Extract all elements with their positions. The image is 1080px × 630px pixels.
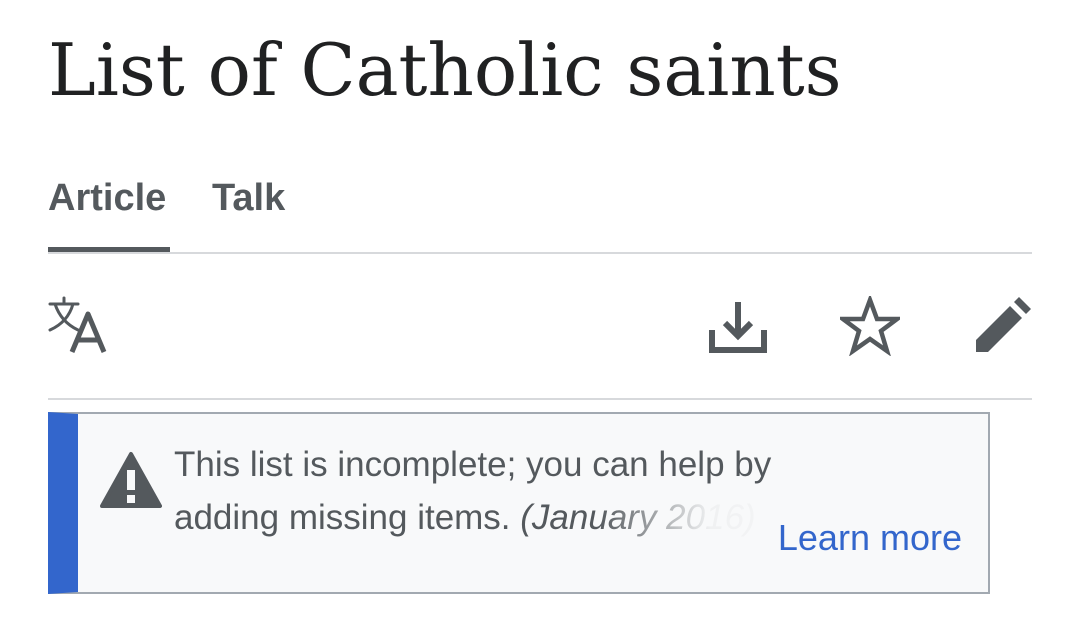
pencil-icon <box>976 297 1031 352</box>
tab-article[interactable]: Article <box>48 170 170 252</box>
page-title: List of Catholic saints <box>48 28 842 112</box>
incomplete-list-notice: This list is incomplete; you can help by… <box>48 412 990 594</box>
learn-more-link[interactable]: Learn more <box>778 514 962 562</box>
watch-star-button[interactable] <box>840 296 900 356</box>
download-icon <box>709 302 767 353</box>
page-actions-toolbar <box>48 252 1032 400</box>
star-icon <box>840 296 900 356</box>
edit-button[interactable] <box>972 296 1032 356</box>
download-button[interactable] <box>708 296 768 356</box>
warning-icon <box>100 450 162 512</box>
tab-talk[interactable]: Talk <box>212 170 285 252</box>
language-translate-icon <box>48 296 107 353</box>
page-tabs: Article Talk <box>48 170 1032 254</box>
language-button[interactable] <box>48 296 108 356</box>
